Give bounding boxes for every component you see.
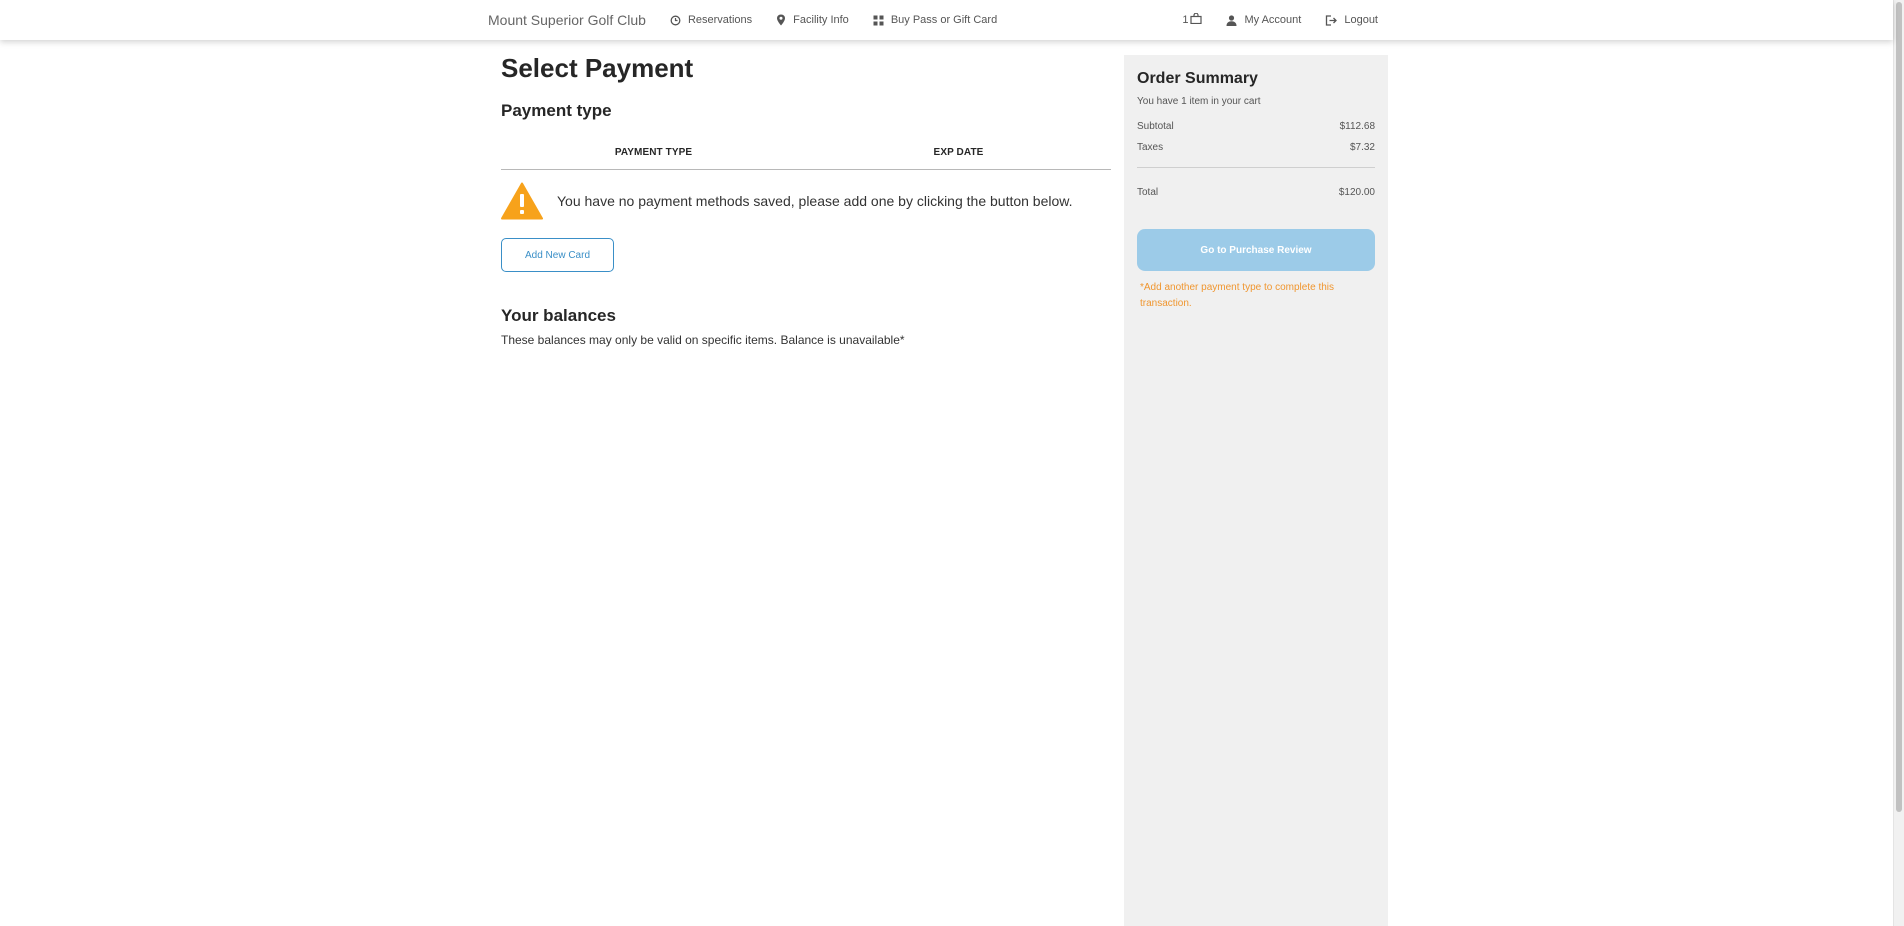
nav-logout[interactable]: Logout: [1325, 14, 1378, 26]
taxes-value: $7.32: [1349, 142, 1375, 153]
nav-my-account[interactable]: My Account: [1226, 14, 1301, 26]
total-value: $120.00: [1338, 187, 1375, 198]
taxes-row: Taxes $7.32: [1137, 142, 1375, 153]
shopping-bag-icon: [1190, 12, 1203, 27]
logout-icon: [1325, 14, 1338, 26]
subtotal-row: Subtotal $112.68: [1137, 121, 1375, 132]
balances-description: These balances may only be valid on spec…: [501, 333, 905, 347]
order-summary-title: Order Summary: [1137, 70, 1258, 87]
scrollbar-thumb[interactable]: [1896, 2, 1902, 812]
navbar-inner: Mount Superior Golf Club Reservations Fa…: [488, 0, 1378, 40]
map-pin-icon: [776, 14, 786, 26]
cart-item-count-text: You have 1 item in your cart: [1137, 96, 1261, 107]
nav-buy-pass[interactable]: Buy Pass or Gift Card: [873, 14, 997, 26]
clock-icon: [670, 15, 681, 26]
cart-count: 1: [1182, 14, 1189, 26]
subtotal-label: Subtotal: [1137, 121, 1174, 132]
summary-divider: [1137, 167, 1375, 168]
brand-link[interactable]: Mount Superior Golf Club: [488, 12, 646, 28]
go-to-purchase-review-button[interactable]: Go to Purchase Review: [1137, 229, 1375, 271]
payment-methods-table: PAYMENT TYPE EXP DATE: [501, 135, 1111, 170]
cart-link[interactable]: 1: [1182, 12, 1203, 27]
nav-my-account-label: My Account: [1244, 14, 1302, 26]
no-payment-alert: You have no payment methods saved, pleas…: [501, 182, 1111, 220]
user-icon: [1226, 14, 1237, 26]
alert-message: You have no payment methods saved, pleas…: [557, 193, 1073, 209]
nav-buy-pass-label: Buy Pass or Gift Card: [890, 14, 998, 26]
nav-reservations[interactable]: Reservations: [670, 14, 752, 26]
warning-icon: [501, 182, 543, 220]
page-title: Select Payment: [501, 53, 694, 83]
add-new-card-button[interactable]: Add New Card: [501, 238, 614, 272]
grid-icon: [873, 15, 884, 26]
nav-facility-info[interactable]: Facility Info: [776, 14, 849, 26]
subtotal-value: $112.68: [1339, 121, 1375, 132]
nav-facility-info-label: Facility Info: [793, 14, 849, 26]
payment-required-note: *Add another payment type to complete th…: [1140, 282, 1335, 309]
total-row: Total $120.00: [1137, 187, 1375, 198]
payment-type-heading: Payment type: [501, 101, 612, 120]
nav-logout-label: Logout: [1344, 14, 1378, 26]
nav-reservations-label: Reservations: [687, 14, 753, 26]
column-header-exp-date: EXP DATE: [933, 146, 984, 158]
top-navbar: Mount Superior Golf Club Reservations Fa…: [0, 0, 1893, 40]
taxes-label: Taxes: [1137, 142, 1164, 153]
table-header-row: PAYMENT TYPE EXP DATE: [501, 135, 1111, 169]
order-summary-panel: Order Summary You have 1 item in your ca…: [1124, 55, 1388, 926]
total-label: Total: [1137, 187, 1159, 198]
page-scrollbar[interactable]: [1893, 0, 1904, 926]
nav-right-group: 1 My Account Logout: [1182, 12, 1378, 27]
payment-main: Select Payment Payment type PAYMENT TYPE…: [501, 52, 1111, 347]
balances-heading: Your balances: [501, 306, 616, 325]
column-header-payment-type: PAYMENT TYPE: [614, 146, 693, 158]
